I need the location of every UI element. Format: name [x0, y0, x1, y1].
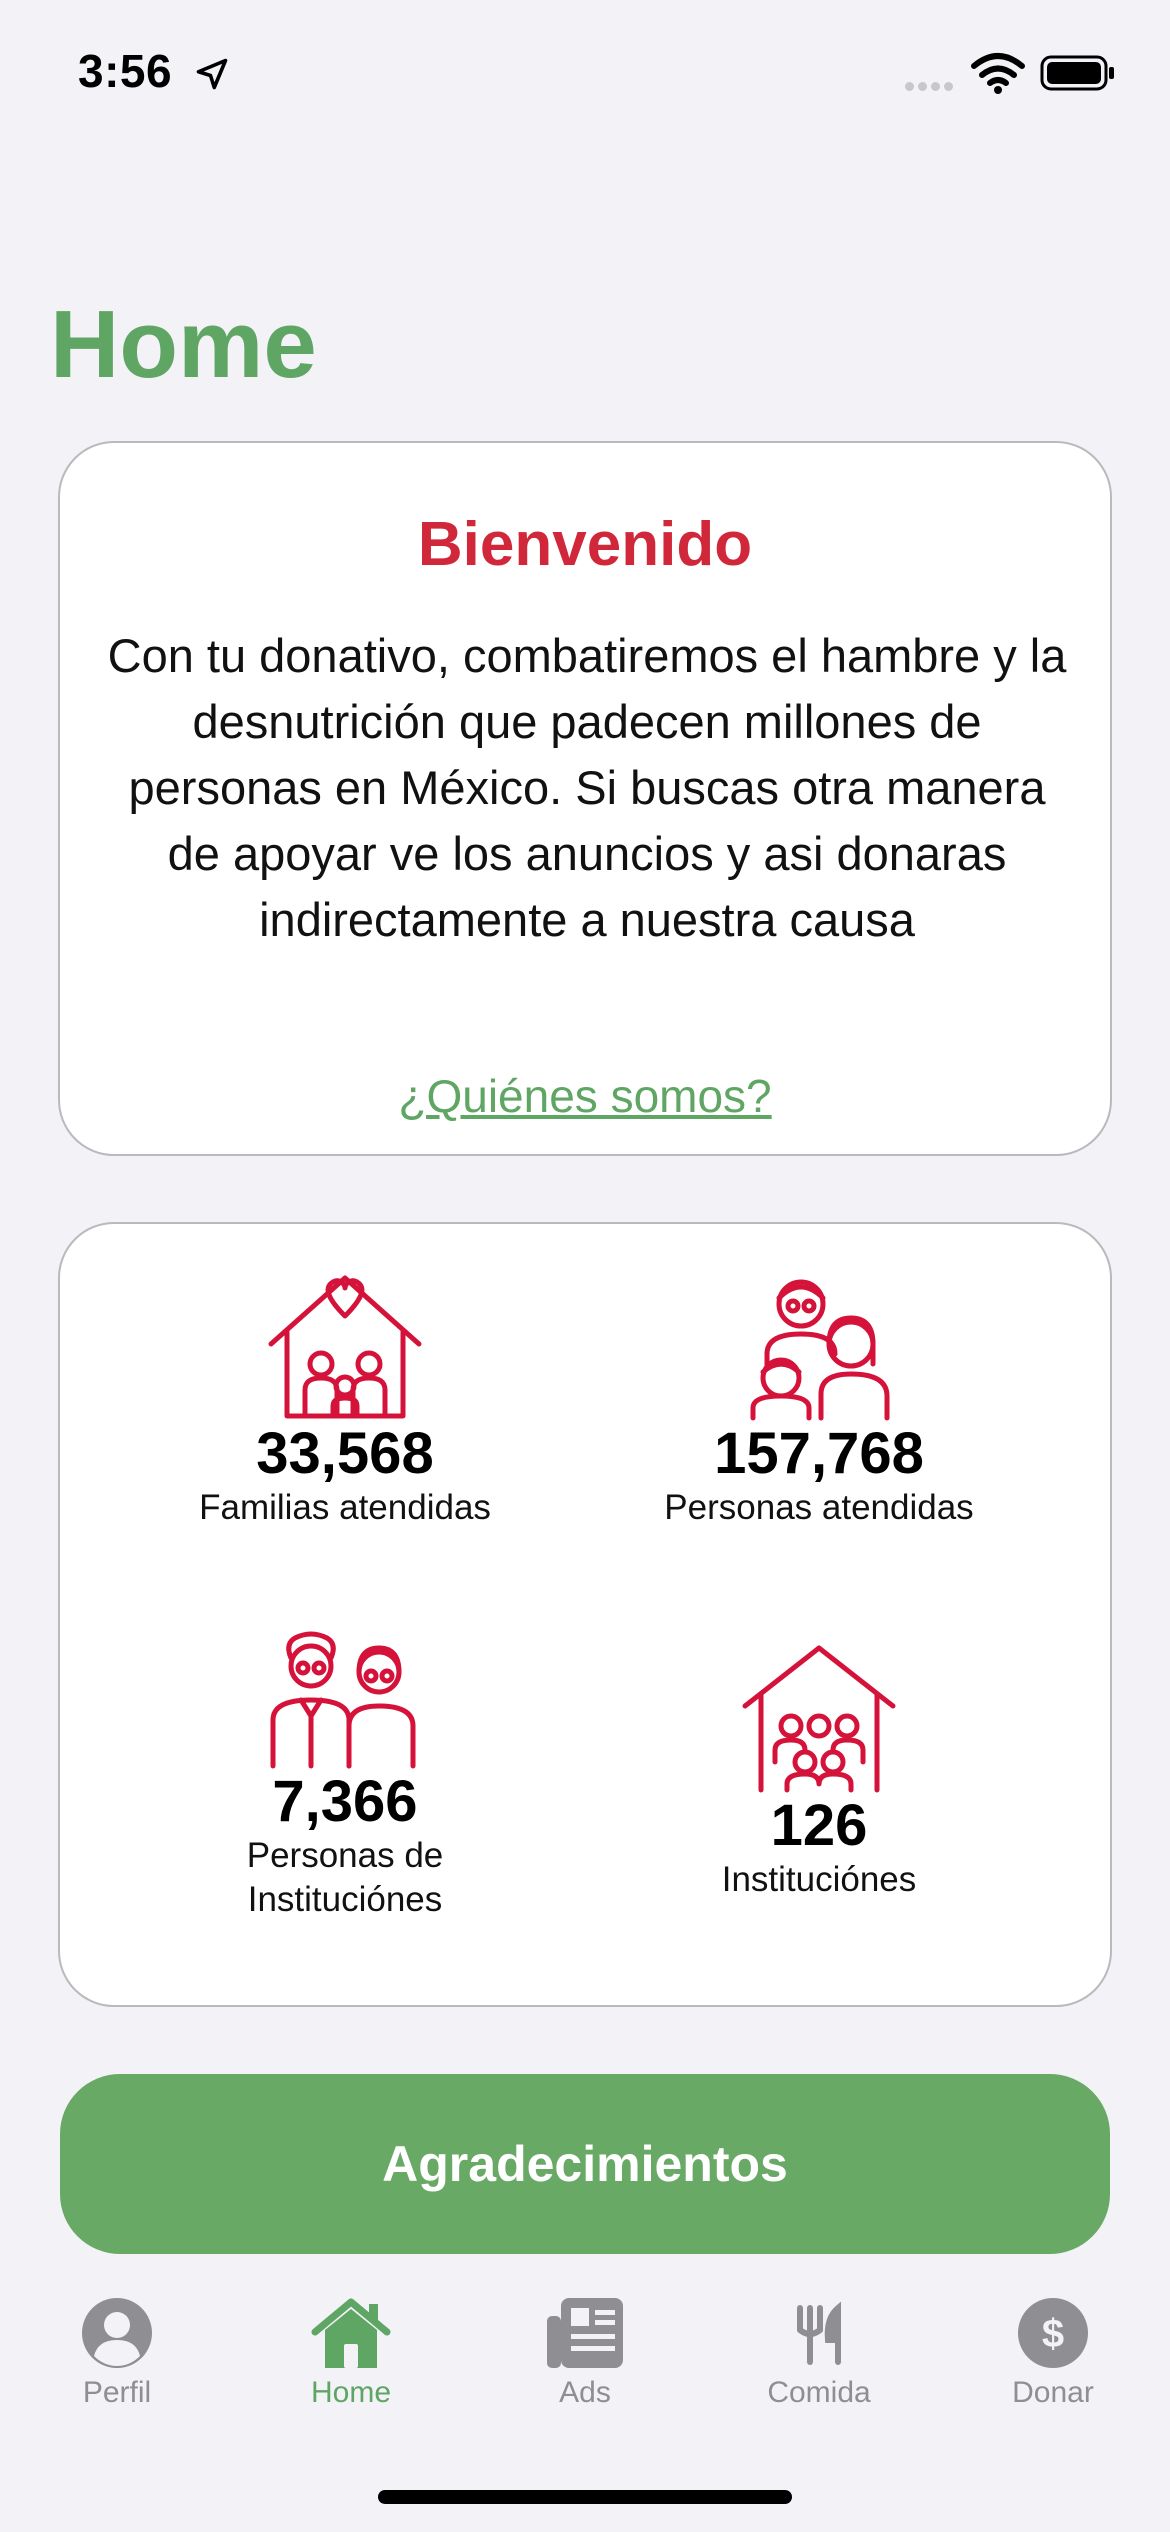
welcome-card: Bienvenido Con tu donativo, combatiremos…: [58, 441, 1112, 1156]
location-arrow-icon: [196, 58, 228, 90]
status-time: 3:56: [78, 45, 173, 97]
newspaper-icon: [547, 2298, 623, 2368]
stat-people: 157,768 Personas atendidas: [584, 1272, 1054, 1530]
home-screen: 3:56 Home Bienvenido Con tu donativo, co…: [0, 0, 1170, 2532]
stat-families: 33,568 Familias atendidas: [110, 1272, 580, 1530]
person-circle-icon: [82, 2298, 152, 2368]
tab-home-label: Home: [310, 2376, 392, 2409]
tab-home[interactable]: Home: [234, 2290, 468, 2430]
stat-institutions-number: 126: [770, 1793, 868, 1858]
who-are-we-link[interactable]: ¿Quiénes somos?: [60, 1069, 1110, 1123]
tab-ads-label: Ads: [559, 2376, 611, 2409]
tab-donar-label: Donar: [1012, 2376, 1094, 2409]
stat-people-number: 157,768: [714, 1421, 924, 1486]
status-bar: 3:56: [0, 0, 1170, 150]
wifi-icon: [971, 53, 1025, 94]
home-indicator: [378, 2490, 792, 2504]
fork-knife-icon: [797, 2301, 841, 2365]
stat-families-label: Familias atendidas: [199, 1488, 491, 1527]
battery-icon: [1040, 55, 1114, 91]
welcome-title: Bienvenido: [417, 510, 753, 579]
dollar-circle-icon: $: [1018, 2298, 1088, 2368]
family-people-icon: [750, 1279, 890, 1421]
tab-perfil-label: Perfil: [82, 2376, 152, 2409]
stat-people-label: Personas atendidas: [664, 1488, 974, 1527]
institution-house-icon: [742, 1645, 896, 1793]
stats-card: 33,568 Familias atendidas 157,768 Person…: [58, 1222, 1112, 2007]
house-icon: [311, 2298, 391, 2368]
stat-institution-people-number: 7,366: [272, 1769, 418, 1834]
cellular-signal-icon: [905, 78, 957, 96]
svg-text:$: $: [1042, 2312, 1064, 2356]
stat-institution-people: 7,366 Personas de Instituciónes: [110, 1630, 580, 1922]
stat-institutions: 126 Instituciónes: [584, 1644, 1054, 1902]
page-title: Home: [50, 291, 317, 398]
tab-bar: Perfil Home Ads Comida $ Donar: [0, 2290, 1170, 2430]
elderly-couple-icon: [270, 1631, 416, 1769]
tab-donar[interactable]: $ Donar: [936, 2290, 1170, 2430]
tab-perfil[interactable]: Perfil: [0, 2290, 234, 2430]
stat-families-number: 33,568: [256, 1421, 434, 1486]
tab-comida[interactable]: Comida: [702, 2290, 936, 2430]
stat-institution-people-label: Personas de Instituciónes: [246, 1836, 444, 1919]
stat-institutions-label: Instituciónes: [721, 1860, 917, 1899]
welcome-text: Con tu donativo, combatiremos el hambre …: [107, 629, 1067, 946]
house-heart-family-icon: [268, 1275, 422, 1419]
tab-comida-label: Comida: [767, 2376, 871, 2409]
agradecimientos-button[interactable]: Agradecimientos: [60, 2074, 1110, 2254]
tab-ads[interactable]: Ads: [468, 2290, 702, 2430]
